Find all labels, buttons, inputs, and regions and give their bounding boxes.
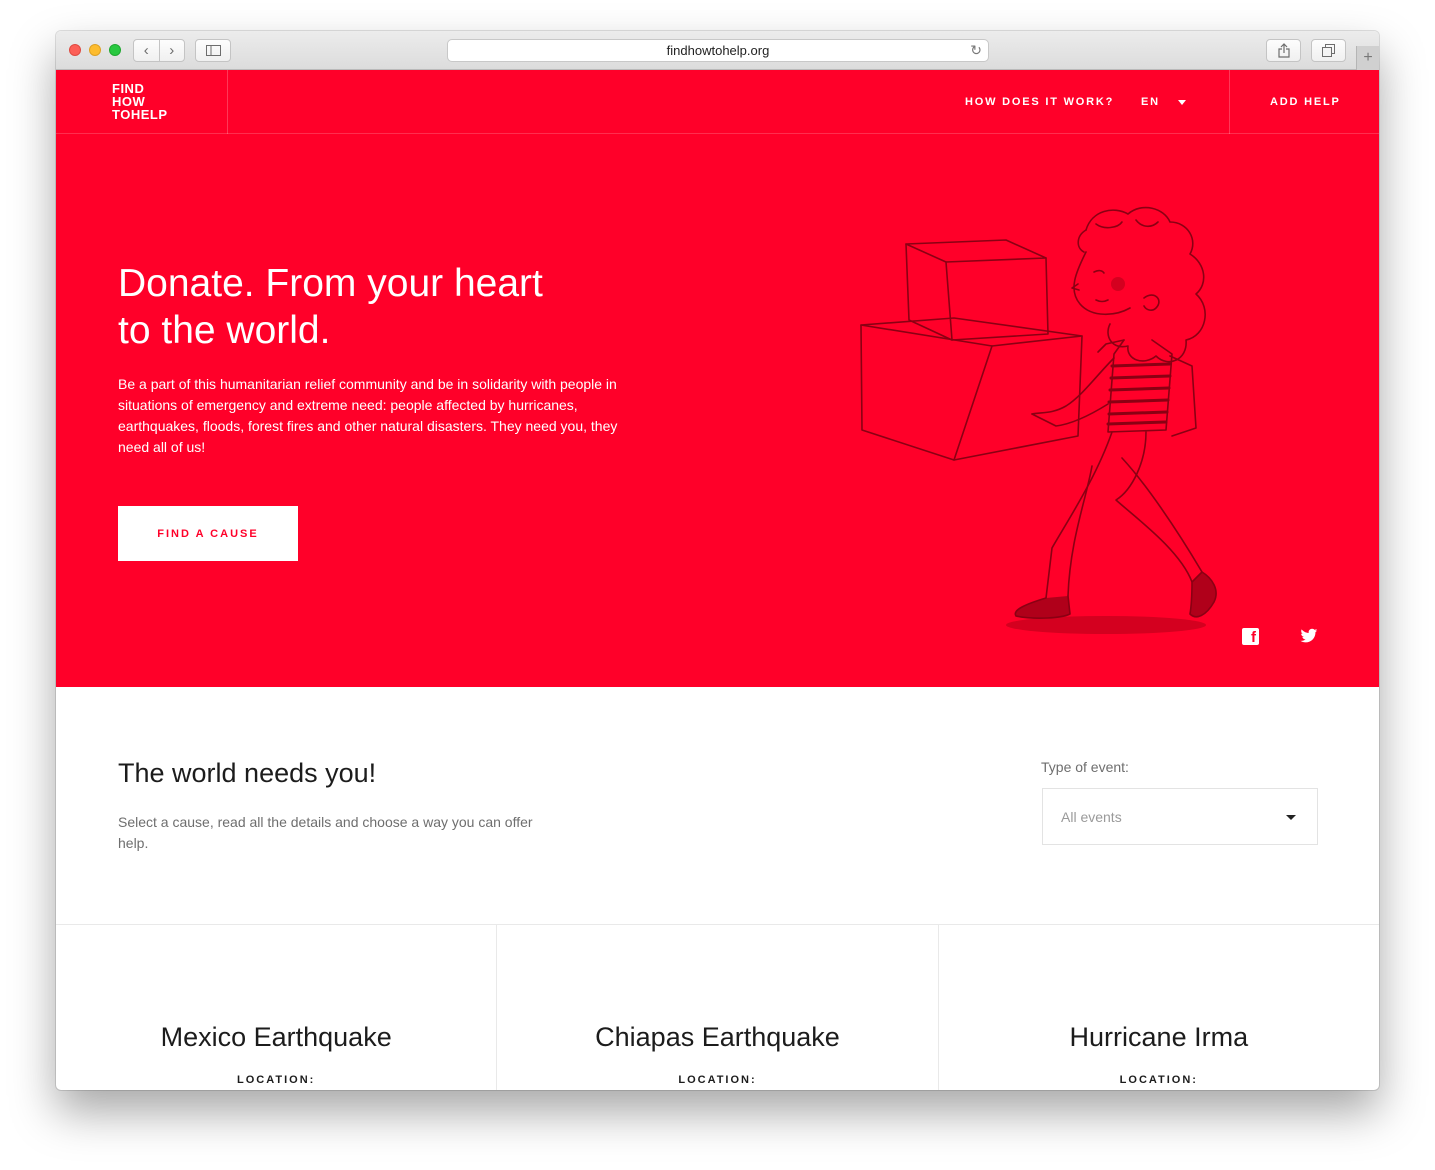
cause-card[interactable]: Hurricane Irma LOCATION: bbox=[939, 925, 1379, 1090]
cause-title: Mexico Earthquake bbox=[160, 1022, 392, 1052]
web-page: FIND HOW TOHELP HOW DOES IT WORK? EN ADD… bbox=[56, 70, 1379, 1090]
chevron-down-icon[interactable] bbox=[1178, 100, 1186, 105]
cause-location-label: LOCATION: bbox=[678, 1074, 757, 1086]
share-icon bbox=[1277, 43, 1290, 58]
sidebar-toggle-button[interactable] bbox=[195, 39, 231, 62]
cause-title: Hurricane Irma bbox=[1069, 1022, 1249, 1052]
twitter-icon[interactable] bbox=[1300, 628, 1318, 644]
zoom-window-button[interactable] bbox=[109, 44, 121, 56]
cause-card[interactable]: Mexico Earthquake LOCATION: bbox=[56, 925, 498, 1090]
tabs-icon bbox=[1322, 44, 1335, 57]
hero-description: Be a part of this humanitarian relief co… bbox=[118, 376, 618, 455]
hero-section: Donate. From your heart to the world. Be… bbox=[56, 134, 1379, 687]
facebook-icon[interactable]: f bbox=[1242, 628, 1259, 646]
browser-window: ‹ › findhowtohelp.org ↻ + FIND HOW TOHEL… bbox=[56, 31, 1379, 1090]
language-selector[interactable]: EN bbox=[1141, 96, 1160, 108]
address-text: findhowtohelp.org bbox=[666, 43, 770, 58]
logo-line: TOHELP bbox=[112, 107, 168, 122]
minimize-window-button[interactable] bbox=[89, 44, 101, 56]
history-nav: ‹ › bbox=[133, 39, 185, 62]
cause-location-label: LOCATION: bbox=[237, 1074, 316, 1086]
event-type-label: Type of event: bbox=[1041, 759, 1129, 775]
event-type-select[interactable]: All events bbox=[1042, 788, 1318, 845]
browser-toolbar: ‹ › findhowtohelp.org ↻ + bbox=[56, 31, 1379, 70]
tab-overview-button[interactable] bbox=[1311, 39, 1346, 62]
nav-how-it-works[interactable]: HOW DOES IT WORK? bbox=[965, 96, 1114, 108]
cause-location-label: LOCATION: bbox=[1119, 1074, 1198, 1086]
sidebar-icon bbox=[205, 45, 221, 56]
hero-title-line: to the world. bbox=[118, 309, 331, 352]
section-description: Select a cause, read all the details and… bbox=[118, 814, 533, 851]
close-window-button[interactable] bbox=[69, 44, 81, 56]
causes-intro-section: The world needs you! Select a cause, rea… bbox=[56, 687, 1379, 925]
header-divider bbox=[1229, 70, 1230, 134]
hero-title: Donate. From your heart to the world. bbox=[118, 260, 598, 354]
site-logo[interactable]: FIND HOW TOHELP bbox=[112, 82, 168, 121]
hero-title-line: Donate. From your heart bbox=[118, 262, 543, 305]
section-title: The world needs you! bbox=[118, 758, 377, 788]
address-bar[interactable]: findhowtohelp.org ↻ bbox=[447, 39, 989, 62]
site-header: FIND HOW TOHELP HOW DOES IT WORK? EN ADD… bbox=[56, 70, 1379, 134]
plus-icon: + bbox=[1363, 49, 1373, 66]
header-divider bbox=[227, 70, 228, 134]
event-type-value: All events bbox=[1061, 808, 1122, 825]
share-button[interactable] bbox=[1266, 39, 1301, 62]
person-carrying-boxes-illustration bbox=[860, 206, 1217, 634]
new-tab-button[interactable]: + bbox=[1356, 46, 1379, 70]
find-a-cause-button[interactable]: FIND A CAUSE bbox=[118, 506, 298, 561]
cause-cards: Mexico Earthquake LOCATION: Chiapas Eart… bbox=[56, 925, 1379, 1090]
cause-title: Chiapas Earthquake bbox=[595, 1022, 840, 1052]
add-help-button[interactable]: ADD HELP bbox=[1270, 96, 1341, 108]
back-icon[interactable]: ‹ bbox=[134, 40, 160, 61]
forward-icon[interactable]: › bbox=[160, 40, 185, 61]
cause-card[interactable]: Chiapas Earthquake LOCATION: bbox=[497, 925, 939, 1090]
reload-icon[interactable]: ↻ bbox=[970, 42, 982, 59]
chevron-down-icon bbox=[1286, 815, 1296, 820]
